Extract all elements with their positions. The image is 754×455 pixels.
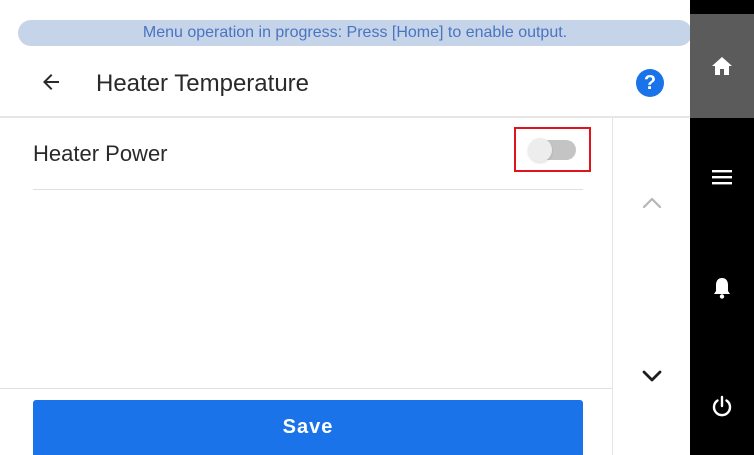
settings-list: Heater Power <box>33 118 591 190</box>
heater-power-label: Heater Power <box>33 140 168 166</box>
menu-icon <box>712 170 732 185</box>
home-icon <box>712 57 732 75</box>
arrow-left-icon <box>43 74 59 90</box>
chevron-down-icon <box>642 370 662 382</box>
nav-menu-button[interactable] <box>690 152 754 202</box>
list-item-heater-power: Heater Power <box>33 118 591 190</box>
bell-icon <box>714 278 730 299</box>
scroll-down-button[interactable] <box>632 361 672 391</box>
status-banner: Menu operation in progress: Press [Home]… <box>18 20 692 46</box>
power-icon <box>712 395 732 417</box>
page-title: Heater Temperature <box>96 70 309 97</box>
help-circle-icon: ? <box>643 71 657 94</box>
help-button[interactable]: ? <box>636 69 664 97</box>
nav-power-button[interactable] <box>690 381 754 431</box>
heater-power-toggle-highlight[interactable] <box>514 127 591 172</box>
footer-divider <box>0 388 612 389</box>
status-banner-text: Menu operation in progress: Press [Home]… <box>142 24 568 41</box>
nav-home-button[interactable] <box>690 14 754 118</box>
back-button[interactable] <box>34 65 68 99</box>
scroll-gutter-divider <box>612 118 613 455</box>
heater-power-toggle[interactable] <box>527 137 576 162</box>
chevron-up-icon <box>642 197 662 209</box>
nav-notifications-button[interactable] <box>690 263 754 313</box>
scroll-up-button[interactable] <box>632 188 672 218</box>
save-button[interactable]: Save <box>33 400 583 455</box>
toggle-thumb <box>527 137 552 162</box>
